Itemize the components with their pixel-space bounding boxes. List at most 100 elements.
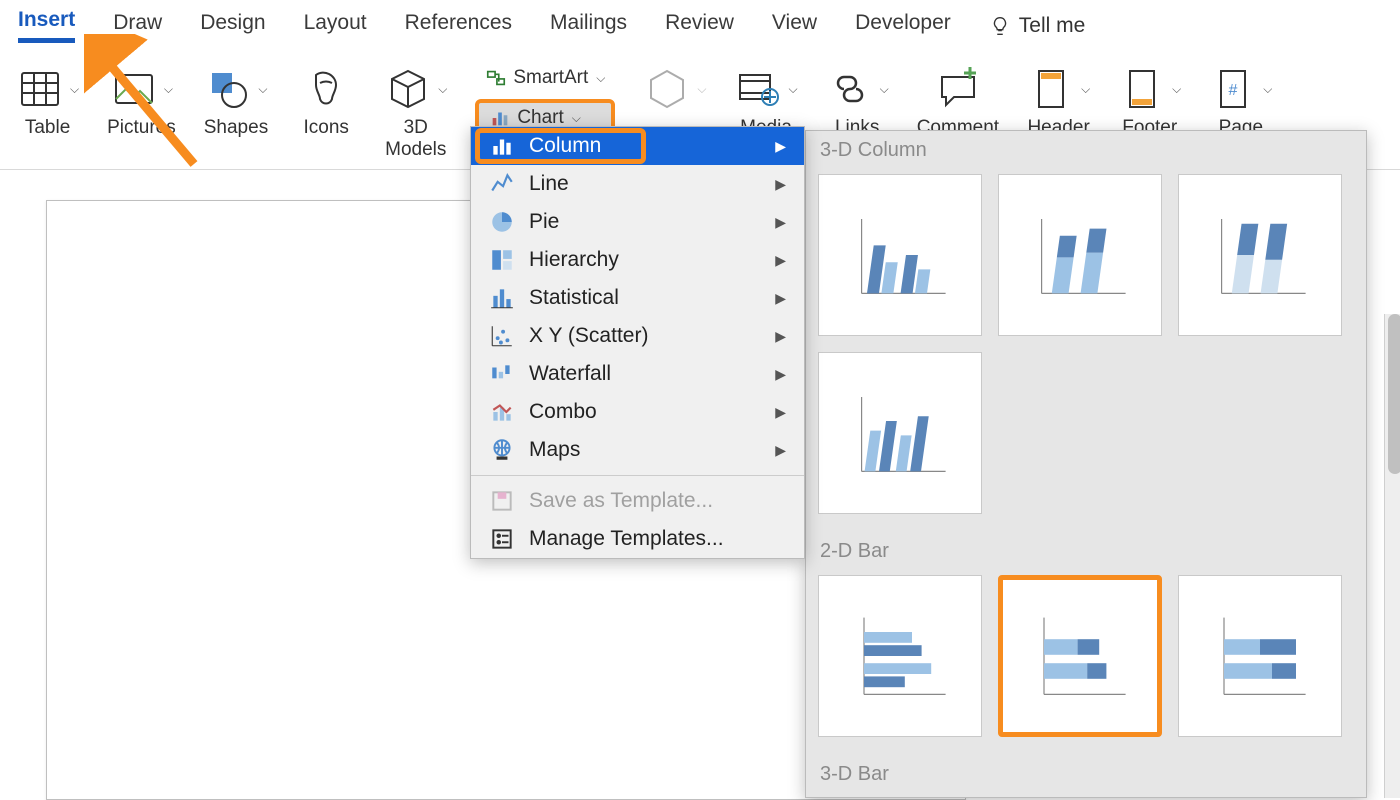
chart-menu-pie[interactable]: Pie ▶ xyxy=(471,203,804,241)
gallery-grid-3d-column xyxy=(806,168,1366,532)
chart-thumb-icon xyxy=(840,195,960,315)
thumb-3d-clustered-column[interactable] xyxy=(818,174,982,336)
waterfall-icon xyxy=(489,361,515,387)
ribbon-smartart[interactable]: SmartArt ⌵ xyxy=(475,63,615,93)
caret-icon: ⌵ xyxy=(596,71,605,86)
lightbulb-icon xyxy=(989,15,1011,37)
thumb-2d-clustered-bar[interactable] xyxy=(818,575,982,737)
chart-menu-save-template: Save as Template... xyxy=(471,482,804,520)
chart-thumb-icon xyxy=(1020,195,1140,315)
chart-thumb-icon xyxy=(840,596,960,716)
chart-thumb-icon xyxy=(1200,596,1320,716)
caret-icon: ⌵ xyxy=(880,82,889,97)
thumb-3d-stacked-column[interactable] xyxy=(998,174,1162,336)
ribbon-pictures[interactable]: ⌵ Pictures xyxy=(107,61,176,139)
combo-icon xyxy=(489,399,515,425)
submenu-arrow-icon: ▶ xyxy=(775,176,786,193)
tab-design[interactable]: Design xyxy=(200,11,265,41)
gallery-section-3d-column: 3-D Column xyxy=(806,131,1366,168)
caret-icon: ⌵ xyxy=(70,82,79,97)
caret-icon: ⌵ xyxy=(164,82,173,97)
footer-icon xyxy=(1118,65,1166,113)
ribbon-header[interactable]: ⌵ Header xyxy=(1027,61,1090,139)
chart-menu-label: X Y (Scatter) xyxy=(529,324,648,348)
chart-menu-label: Maps xyxy=(529,438,580,462)
tab-review[interactable]: Review xyxy=(665,11,734,41)
ribbon-3d-models[interactable]: ⌵ 3D Models xyxy=(384,61,447,161)
ribbon-comment[interactable]: Comment xyxy=(917,61,999,139)
media-icon xyxy=(734,65,782,113)
submenu-arrow-icon: ▶ xyxy=(775,214,786,231)
chart-menu-label: Waterfall xyxy=(529,362,611,386)
chart-menu-combo[interactable]: Combo ▶ xyxy=(471,393,804,431)
chart-menu-line[interactable]: Line ▶ xyxy=(471,165,804,203)
ribbon-addins[interactable]: ⌵ xyxy=(643,61,706,117)
tell-me[interactable]: Tell me xyxy=(989,14,1086,38)
tab-layout[interactable]: Layout xyxy=(304,11,367,41)
chart-menu-waterfall[interactable]: Waterfall ▶ xyxy=(471,355,804,393)
gallery-section-2d-bar: 2-D Bar xyxy=(806,532,1366,569)
tab-insert[interactable]: Insert xyxy=(18,8,75,43)
ribbon-smartart-label: SmartArt xyxy=(513,67,588,89)
tell-me-label: Tell me xyxy=(1019,14,1086,38)
submenu-arrow-icon: ▶ xyxy=(775,366,786,383)
ribbon-icons[interactable]: Icons xyxy=(296,61,356,139)
comment-icon xyxy=(934,65,982,113)
column-icon xyxy=(489,133,515,159)
chart-menu-hierarchy[interactable]: Hierarchy ▶ xyxy=(471,241,804,279)
caret-icon: ⌵ xyxy=(572,111,581,126)
ribbon-icons-label: Icons xyxy=(303,117,348,139)
scrollbar[interactable] xyxy=(1384,314,1400,798)
ribbon-pictures-label: Pictures xyxy=(107,117,176,139)
icons-icon xyxy=(302,65,350,113)
shapes-icon xyxy=(204,65,252,113)
page-number-icon: # xyxy=(1209,65,1257,113)
ribbon-models-label: 3D Models xyxy=(385,117,446,161)
ribbon-page-number[interactable]: # ⌵ Page xyxy=(1209,61,1272,139)
table-icon xyxy=(16,65,64,113)
chart-thumb-icon xyxy=(1200,195,1320,315)
thumb-3d-column[interactable] xyxy=(818,352,982,514)
submenu-arrow-icon: ▶ xyxy=(775,442,786,459)
thumb-2d-stacked-bar[interactable] xyxy=(998,575,1162,737)
thumb-2d-100-stacked-bar[interactable] xyxy=(1178,575,1342,737)
ribbon-shapes-label: Shapes xyxy=(204,117,268,139)
chart-menu-column[interactable]: Column ▶ xyxy=(471,127,804,165)
links-icon xyxy=(826,65,874,113)
scrollbar-thumb[interactable] xyxy=(1388,314,1400,474)
chart-thumb-icon xyxy=(1020,596,1140,716)
caret-icon: ⌵ xyxy=(788,82,797,97)
submenu-arrow-icon: ▶ xyxy=(775,404,786,421)
header-icon xyxy=(1027,65,1075,113)
gallery-grid-2d-bar xyxy=(806,569,1366,755)
tab-view[interactable]: View xyxy=(772,11,817,41)
tab-draw[interactable]: Draw xyxy=(113,11,162,41)
ribbon-tabs: Insert Draw Design Layout References Mai… xyxy=(0,0,1400,47)
submenu-arrow-icon: ▶ xyxy=(775,252,786,269)
statistical-icon xyxy=(489,285,515,311)
chart-menu-label: Save as Template... xyxy=(529,489,713,513)
chart-menu-label: Line xyxy=(529,172,569,196)
tab-references[interactable]: References xyxy=(405,11,512,41)
chart-type-menu: Column ▶ Line ▶ Pie ▶ Hierarchy ▶ Statis… xyxy=(470,126,805,559)
submenu-arrow-icon: ▶ xyxy=(775,138,786,155)
thumb-3d-100-stacked-column[interactable] xyxy=(1178,174,1342,336)
ribbon-footer[interactable]: ⌵ Footer xyxy=(1118,61,1181,139)
caret-icon: ⌵ xyxy=(1081,82,1090,97)
ribbon-links[interactable]: ⌵ Links xyxy=(826,61,889,139)
manage-templates-icon xyxy=(489,526,515,552)
chart-menu-statistical[interactable]: Statistical ▶ xyxy=(471,279,804,317)
chart-menu-manage-templates[interactable]: Manage Templates... xyxy=(471,520,804,558)
chart-menu-maps[interactable]: Maps ▶ xyxy=(471,431,804,469)
ribbon-table[interactable]: ⌵ Table xyxy=(16,61,79,139)
menu-separator xyxy=(471,475,804,476)
chart-menu-scatter[interactable]: X Y (Scatter) ▶ xyxy=(471,317,804,355)
tab-mailings[interactable]: Mailings xyxy=(550,11,627,41)
pictures-icon xyxy=(110,65,158,113)
tab-developer[interactable]: Developer xyxy=(855,11,951,41)
caret-icon: ⌵ xyxy=(697,82,706,97)
scatter-icon xyxy=(489,323,515,349)
ribbon-shapes[interactable]: ⌵ Shapes xyxy=(204,61,268,139)
chart-menu-label: Hierarchy xyxy=(529,248,619,272)
smartart-icon xyxy=(485,67,507,89)
